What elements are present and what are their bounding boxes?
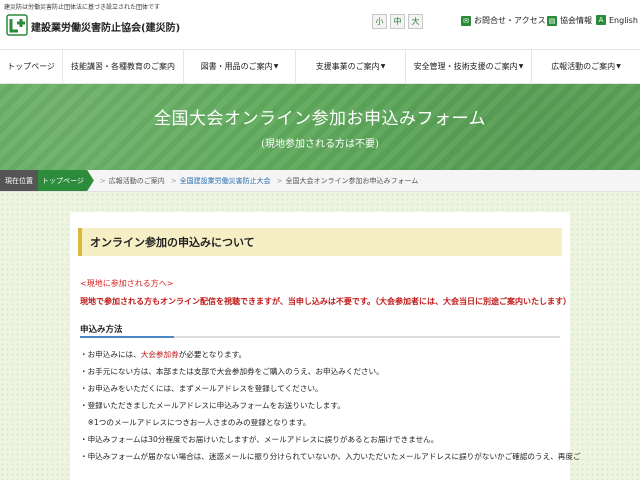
contact-label: お問合せ・アクセス — [474, 16, 546, 25]
list-item: ※1つのメールアドレスにつきお一人さまのみの登録となります。 — [80, 418, 311, 427]
nav-item-label: 安全管理・技術支援のご案内 — [413, 62, 518, 71]
dropdown-arrow-icon: ▼ — [518, 63, 524, 70]
tagline: 建災防は労働災害防止団体法に基づき設立された団体です — [4, 4, 161, 11]
breadcrumb-home[interactable]: トップページ — [38, 170, 94, 191]
content-panel: オンライン参加の申込みについて <現地に参加される方へ> 現地で参加される方もオ… — [70, 212, 581, 480]
instruction-list: ・お申込みには、大会参加券が必要となります。 ・お手元にない方は、本部または支部… — [80, 346, 581, 465]
font-size-small-button[interactable]: 小 — [372, 14, 387, 29]
english-label: English — [609, 15, 638, 25]
font-size-switcher: 小 中 大 — [372, 14, 423, 29]
ticket-highlight: 大会参加券 — [140, 350, 179, 359]
main-nav: トップページ 技能講習・各種教育のご案内 図書・用品のご案内 ▼ 支援事業のご案内… — [0, 49, 640, 84]
font-size-medium-button[interactable]: 中 — [390, 14, 405, 29]
nav-item-label: 図書・用品のご案内 — [200, 62, 273, 71]
font-size-large-button[interactable]: 大 — [408, 14, 423, 29]
hero-banner: 全国大会オンライン参加お申込みフォーム (現地参加される方は不要) — [0, 84, 640, 170]
info-link[interactable]: ▤ 協会情報 — [547, 15, 592, 26]
breadcrumb-item[interactable]: > 全国建設業労働災害防止大会 — [171, 176, 271, 186]
dropdown-arrow-icon: ▼ — [616, 63, 621, 70]
method-title: 申込み方法 — [80, 325, 123, 335]
list-item: ・お申込みには、大会参加券が必要となります。 — [80, 350, 247, 359]
breadcrumb-label: 現在位置 — [0, 170, 38, 191]
info-label: 協会情報 — [560, 16, 592, 25]
list-item: ・お手元にない方は、本部または支部で大会参加券をご購入のうえ、お申込みください。 — [80, 367, 384, 376]
section-divider — [80, 336, 560, 338]
notice-title: <現地に参加される方へ> — [80, 279, 174, 288]
dropdown-arrow-icon: ▼ — [380, 63, 386, 70]
english-icon: A — [596, 15, 606, 25]
breadcrumb-item[interactable]: > 広報活動のご案内 — [100, 176, 165, 186]
nav-item-top[interactable]: トップページ — [0, 50, 63, 83]
nav-item-label: 支援事業のご案内 — [315, 62, 380, 71]
nav-item-label: 広報活動のご案内 — [551, 62, 616, 71]
list-item: ・申込みフォームが届かない場合は、迷惑メールに振り分けられていないか、入力いただ… — [80, 452, 581, 461]
nav-item-label: トップページ — [7, 62, 55, 71]
nav-item-training[interactable]: 技能講習・各種教育のご案内 — [63, 50, 184, 83]
notice-body: 現地で参加される方もオンライン配信を視聴できますが、当申し込みは不要です。（大会… — [80, 297, 572, 306]
section-heading: オンライン参加の申込みについて — [78, 228, 562, 256]
nav-item-label: 技能講習・各種教育のご案内 — [71, 62, 175, 71]
nav-item-safety[interactable]: 安全管理・技術支援のご案内 ▼ — [406, 50, 532, 83]
list-item: ・登録いただきましたメールアドレスに申込みフォームをお送りいたします。 — [80, 401, 345, 410]
page-subtitle: (現地参加される方は不要) — [261, 139, 379, 150]
dropdown-arrow-icon: ▼ — [273, 63, 279, 70]
breadcrumb-item-current: > 全国大会オンライン参加お申込みフォーム — [276, 176, 419, 185]
logo-icon[interactable] — [6, 14, 28, 36]
nav-item-support[interactable]: 支援事業のご案内 ▼ — [296, 50, 406, 83]
english-link[interactable]: A English — [596, 15, 638, 25]
contact-link[interactable]: ✉ お問合せ・アクセス — [461, 15, 546, 26]
nav-item-pr[interactable]: 広報活動のご案内 ▼ — [532, 50, 640, 83]
nav-item-books[interactable]: 図書・用品のご案内 ▼ — [184, 50, 296, 83]
building-icon: ▤ — [547, 15, 557, 26]
org-name[interactable]: 建設業労働災害防止協会(建災防) — [31, 19, 180, 34]
breadcrumb: 現在位置 トップページ > 広報活動のご案内 > 全国建設業労働災害防止大会 > 全国… — [0, 170, 640, 192]
page-title: 全国大会オンライン参加お申込みフォーム — [154, 109, 486, 129]
list-item: ・申込みフォームは30分程度でお届けいたしますが、メールアドレスに誤りがあるとお… — [80, 435, 439, 444]
mail-icon: ✉ — [461, 15, 471, 26]
list-item: ・お申込みをいただくには、まずメールアドレスを登録してください。 — [80, 384, 323, 393]
